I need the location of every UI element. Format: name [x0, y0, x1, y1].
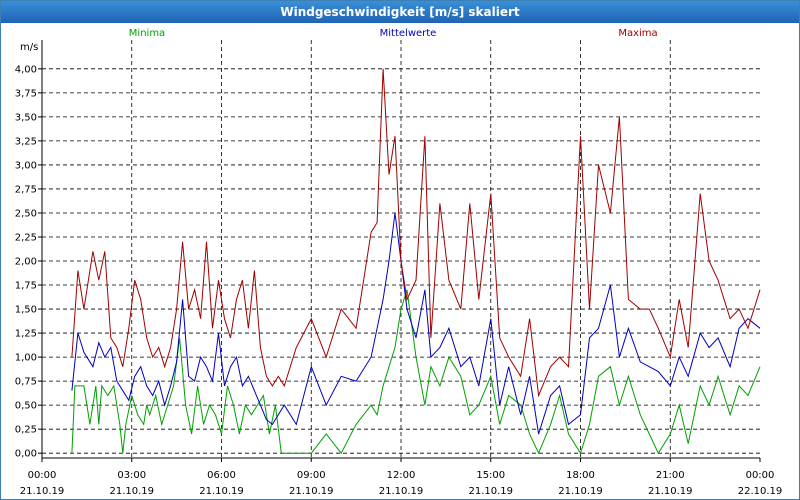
y-tick-label: 3,25 — [15, 136, 37, 147]
series-line-maxima — [71, 68, 761, 398]
x-tick-date: 21.10.19 — [289, 486, 334, 497]
x-tick-time: 09:00 — [297, 470, 326, 481]
x-tick-date: 21.10.19 — [558, 486, 603, 497]
y-tick-label: 3,75 — [15, 88, 37, 99]
x-tick-time: 06:00 — [207, 470, 236, 481]
y-tick-label: 1,75 — [15, 281, 37, 292]
legend-mittelwerte: Mittelwerte — [380, 28, 437, 39]
y-tick-label: 0,50 — [15, 401, 37, 412]
y-tick-label: 1,00 — [15, 353, 37, 364]
x-tick-time: 00:00 — [28, 470, 57, 481]
x-tick-date: 21.10.19 — [648, 486, 693, 497]
x-tick-time: 21:00 — [656, 470, 685, 481]
y-tick-label: 1,25 — [15, 329, 37, 340]
series-line-minima — [71, 289, 761, 455]
y-tick-label: 2,00 — [15, 257, 37, 268]
x-tick-date: 21.10.19 — [379, 486, 424, 497]
x-tick-date: 21.10.19 — [468, 486, 513, 497]
y-tick-label: 0,00 — [15, 449, 37, 460]
y-axis-label: m/s — [20, 42, 38, 53]
x-tick-time: 18:00 — [566, 470, 595, 481]
legend-minima: Minima — [129, 28, 165, 39]
x-tick-date: 21.10.19 — [109, 486, 154, 497]
line-chart: 0,00 0,25 0,50 0,75 1,00 1,25 1,50 1,75 2,00 2,25… — [15, 28, 783, 497]
legend-maxima: Maxima — [618, 28, 657, 39]
x-tick-time: 15:00 — [476, 470, 505, 481]
y-tick-label: 2,50 — [15, 208, 37, 219]
y-tick-label: 0,25 — [15, 425, 37, 436]
y-tick-label: 2,75 — [15, 184, 37, 195]
y-tick-label: 0,75 — [15, 377, 37, 388]
y-tick-label: 4,00 — [15, 64, 37, 75]
y-tick-label: 2,25 — [15, 232, 37, 243]
x-tick-date: 21.10.19 — [20, 486, 65, 497]
x-tick-date: 21.10.19 — [199, 486, 244, 497]
x-tick-date: 22.10.19 — [738, 486, 783, 497]
y-tick-label: 3,50 — [15, 112, 37, 123]
x-tick-time: 12:00 — [387, 470, 416, 481]
y-tick-label: 3,00 — [15, 160, 37, 171]
y-tick-label: 1,50 — [15, 305, 37, 316]
x-tick-time: 03:00 — [117, 470, 146, 481]
x-tick-time: 00:00 — [746, 470, 775, 481]
series-line-mittelwerte — [71, 212, 761, 435]
